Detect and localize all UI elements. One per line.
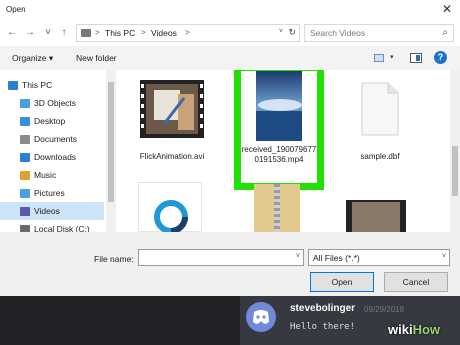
video-thumbnail (256, 71, 302, 141)
open-button[interactable]: Open (310, 272, 374, 292)
video-icon (20, 207, 30, 216)
sidebar-item-desktop[interactable]: Desktop (0, 112, 104, 130)
forward-arrow-icon[interactable]: → (24, 26, 36, 40)
watermark-how: How (412, 322, 441, 337)
sidebar-item-3d-objects[interactable]: 3D Objects (0, 94, 104, 112)
file-name: received_1900796770191536.mp4 (241, 145, 317, 164)
search-icon: ⌕ (442, 27, 448, 38)
dialog-footer: File name: ˅ All Files (*.*) ˅ Open Canc… (0, 232, 460, 296)
window-title: Open (6, 5, 26, 14)
breadcrumb-separator: > (185, 28, 190, 37)
zip-icon (274, 184, 280, 232)
file-item[interactable] (346, 200, 406, 232)
sidebar-item-pictures[interactable]: Pictures (0, 184, 104, 202)
file-item[interactable]: sample.dbf (338, 78, 422, 178)
new-folder-button[interactable]: New folder (76, 53, 117, 63)
up-arrow-icon[interactable]: ↑ (58, 26, 70, 40)
organize-button[interactable]: Organize ▾ (12, 53, 53, 64)
sidebar-item-label: Videos (34, 206, 60, 216)
folder-icon (20, 117, 30, 126)
breadcrumb-videos[interactable]: Videos (151, 28, 177, 38)
view-options-icon[interactable] (374, 54, 384, 62)
breadcrumb-separator: > (95, 28, 100, 37)
chat-timestamp: 09/29/2018 (364, 305, 405, 314)
chat-sidebar (0, 296, 240, 345)
chevron-down-icon[interactable]: ˅ (296, 253, 300, 260)
chevron-down-icon: ˅ (441, 253, 446, 260)
sidebar-scrollbar[interactable] (106, 70, 116, 232)
video-thumbnail (352, 202, 400, 232)
download-icon (20, 153, 30, 162)
folder-icon (81, 29, 91, 37)
folder-icon (20, 99, 30, 108)
navigation-pane: This PC 3D Objects Desktop Documents Dow… (0, 70, 118, 232)
wikihow-watermark: wikiHow (388, 322, 440, 337)
file-item[interactable]: FlickAnimation.avi (130, 78, 214, 178)
sidebar-item-label: This PC (22, 80, 53, 90)
music-icon (20, 171, 30, 180)
sidebar-item-label: Local Disk (C:) (34, 224, 90, 232)
chat-username[interactable]: stevebolinger (290, 303, 355, 314)
sidebar-item-videos[interactable]: Videos (0, 202, 104, 220)
file-name: FlickAnimation.avi (139, 152, 205, 161)
sidebar-item-label: 3D Objects (34, 98, 77, 108)
file-item-selected[interactable]: received_1900796770191536.mp4 (234, 70, 324, 190)
cancel-button[interactable]: Cancel (384, 272, 448, 292)
sidebar-item-label: Documents (34, 134, 77, 144)
breadcrumb-this-pc[interactable]: This PC (105, 28, 135, 38)
computer-icon (8, 81, 18, 90)
file-name-field[interactable]: ˅ (138, 249, 304, 266)
address-bar[interactable]: > This PC > Videos > ˅ ↻ (76, 24, 300, 42)
chevron-down-icon[interactable]: ˅ (279, 28, 283, 35)
sidebar-item-label: Pictures (34, 188, 65, 198)
scrollbar-thumb[interactable] (452, 146, 458, 196)
folder-icon (20, 135, 30, 144)
chat-message: Hello there! (290, 322, 356, 332)
back-arrow-icon[interactable]: ← (6, 26, 18, 40)
sidebar-item-documents[interactable]: Documents (0, 130, 104, 148)
drive-icon (20, 225, 30, 232)
sidebar-item-downloads[interactable]: Downloads (0, 148, 104, 166)
chat-panel: stevebolinger 09/29/2018 Hello there! (0, 296, 460, 345)
command-bar: Organize ▾ New folder ▾ ? (0, 46, 460, 70)
discord-logo-icon (253, 310, 269, 324)
file-type-value: All Files (*.*) (313, 253, 360, 263)
title-bar: Open ✕ (0, 0, 460, 20)
sidebar-item-label: Desktop (34, 116, 66, 126)
file-type-select[interactable]: All Files (*.*) ˅ (308, 249, 450, 266)
video-thumbnail (140, 80, 204, 138)
sidebar-item-label: Downloads (34, 152, 77, 162)
sidebar-item-label: Music (34, 170, 57, 180)
scrollbar-thumb[interactable] (108, 82, 114, 202)
refresh-icon[interactable]: ↻ (288, 27, 296, 38)
file-name-label: File name: (94, 254, 134, 264)
file-item[interactable] (138, 182, 202, 232)
close-icon[interactable]: ✕ (440, 2, 454, 16)
file-name: sample.dbf (360, 152, 400, 161)
app-icon (154, 200, 188, 232)
document-icon (361, 82, 399, 136)
help-icon[interactable]: ? (434, 51, 447, 64)
preview-pane-icon[interactable] (410, 53, 422, 63)
breadcrumb-separator: > (141, 28, 146, 37)
chevron-down-icon[interactable]: ▾ (390, 53, 394, 61)
folder-icon (20, 189, 30, 198)
sidebar-item-this-pc[interactable]: This PC (0, 76, 104, 94)
content-scrollbar[interactable] (450, 70, 460, 232)
sidebar-item-music[interactable]: Music (0, 166, 104, 184)
navigation-bar: ← → ˅ ↑ > This PC > Videos > ˅ ↻ Search … (0, 20, 460, 46)
file-list: FlickAnimation.avi received_190079677019… (120, 70, 450, 232)
file-item[interactable] (254, 184, 300, 232)
search-placeholder: Search Videos (310, 28, 366, 38)
open-dialog: Open ✕ ← → ˅ ↑ > This PC > Videos > ˅ ↻ … (0, 0, 460, 296)
avatar[interactable] (246, 302, 276, 332)
watermark-wiki: wiki (388, 322, 413, 337)
recent-locations-icon[interactable]: ˅ (42, 26, 54, 40)
search-input[interactable]: Search Videos ⌕ (304, 24, 454, 42)
sidebar-item-local-disk[interactable]: Local Disk (C:) (0, 220, 104, 232)
